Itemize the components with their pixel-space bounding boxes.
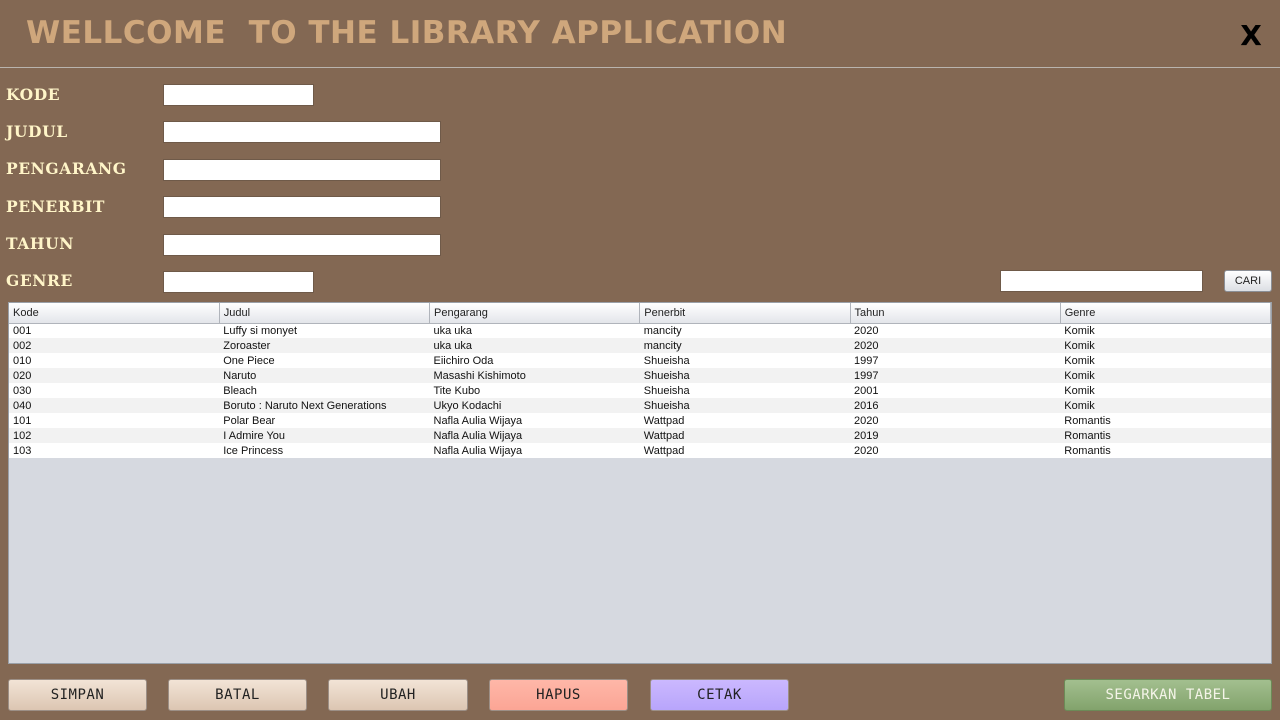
cell-kode: 101	[9, 413, 220, 428]
cell-judul: Ice Princess	[219, 443, 430, 458]
cell-judul: Boruto : Naruto Next Generations	[219, 398, 430, 413]
cetak-button[interactable]: CETAK	[650, 679, 789, 711]
table-row[interactable]: 103 Ice Princess Nafla Aulia Wijaya Watt…	[9, 443, 1271, 458]
cell-genre: Komik	[1060, 338, 1271, 353]
cell-tahun: 1997	[850, 353, 1061, 368]
column-header-kode[interactable]: Kode	[9, 303, 220, 324]
books-table[interactable]: Kode Judul Pengarang Penerbit Tahun Genr…	[8, 302, 1272, 664]
cell-kode: 002	[9, 338, 220, 353]
genre-label: GENRE	[6, 271, 73, 290]
column-header-tahun[interactable]: Tahun	[850, 303, 1061, 324]
search-input[interactable]	[1000, 270, 1203, 292]
cell-genre: Komik	[1060, 383, 1271, 398]
cell-genre: Komik	[1060, 398, 1271, 413]
judul-input[interactable]	[163, 121, 441, 143]
cell-genre: Komik	[1060, 368, 1271, 383]
table-row[interactable]: 040 Boruto : Naruto Next Generations Uky…	[9, 398, 1271, 413]
tahun-input[interactable]	[163, 234, 441, 256]
cell-pengarang: Masashi Kishimoto	[429, 368, 640, 383]
cell-tahun: 2020	[850, 443, 1061, 458]
batal-button[interactable]: BATAL	[168, 679, 307, 711]
cell-pengarang: Nafla Aulia Wijaya	[429, 428, 640, 443]
cell-penerbit: mancity	[639, 338, 850, 353]
cell-pengarang: Tite Kubo	[429, 383, 640, 398]
cell-genre: Romantis	[1060, 443, 1271, 458]
simpan-button[interactable]: SIMPAN	[8, 679, 147, 711]
cell-judul: Naruto	[219, 368, 430, 383]
table-row[interactable]: 101 Polar Bear Nafla Aulia Wijaya Wattpa…	[9, 413, 1271, 428]
table-row[interactable]: 102 I Admire You Nafla Aulia Wijaya Watt…	[9, 428, 1271, 443]
cell-penerbit: Wattpad	[639, 443, 850, 458]
cell-judul: Luffy si monyet	[219, 323, 430, 338]
cell-kode: 020	[9, 368, 220, 383]
cell-kode: 102	[9, 428, 220, 443]
column-header-judul[interactable]: Judul	[219, 303, 431, 324]
cell-penerbit: Shueisha	[639, 368, 850, 383]
kode-label: KODE	[6, 85, 61, 104]
judul-label: JUDUL	[6, 122, 68, 141]
cell-penerbit: Shueisha	[639, 353, 850, 368]
cell-penerbit: Shueisha	[639, 383, 850, 398]
title-bar: WELLCOME TO THE LIBRARY APPLICATION X	[0, 0, 1280, 68]
table-header-row: Kode Judul Pengarang Penerbit Tahun Genr…	[9, 303, 1271, 324]
cell-tahun: 2020	[850, 323, 1061, 338]
cell-judul: Bleach	[219, 383, 430, 398]
cell-genre: Romantis	[1060, 413, 1271, 428]
penerbit-input[interactable]	[163, 196, 441, 218]
table-row[interactable]: 020 Naruto Masashi Kishimoto Shueisha 19…	[9, 368, 1271, 383]
cell-pengarang: Nafla Aulia Wijaya	[429, 443, 640, 458]
hapus-button[interactable]: HAPUS	[489, 679, 628, 711]
genre-input[interactable]	[163, 271, 314, 293]
cell-kode: 103	[9, 443, 220, 458]
cell-tahun: 2001	[850, 383, 1061, 398]
cell-genre: Komik	[1060, 323, 1271, 338]
app-title: WELLCOME TO THE LIBRARY APPLICATION	[26, 15, 788, 51]
cell-judul: Polar Bear	[219, 413, 430, 428]
pengarang-input[interactable]	[163, 159, 441, 181]
kode-input[interactable]	[163, 84, 314, 106]
cell-genre: Romantis	[1060, 428, 1271, 443]
cell-pengarang: uka uka	[429, 338, 640, 353]
cell-judul: One Piece	[219, 353, 430, 368]
cell-kode: 010	[9, 353, 220, 368]
cell-judul: Zoroaster	[219, 338, 430, 353]
cell-judul: I Admire You	[219, 428, 430, 443]
table-row[interactable]: 001 Luffy si monyet uka uka mancity 2020…	[9, 323, 1271, 338]
refresh-table-button[interactable]: SEGARKAN TABEL	[1064, 679, 1272, 711]
tahun-label: TAHUN	[6, 234, 75, 253]
cell-tahun: 1997	[850, 368, 1061, 383]
table-row[interactable]: 002 Zoroaster uka uka mancity 2020 Komik	[9, 338, 1271, 353]
cell-pengarang: Eiichiro Oda	[429, 353, 640, 368]
cell-penerbit: Wattpad	[639, 413, 850, 428]
pengarang-label: PENGARANG	[6, 159, 127, 178]
cell-penerbit: mancity	[639, 323, 850, 338]
cell-tahun: 2020	[850, 413, 1061, 428]
close-button[interactable]: X	[1236, 18, 1266, 54]
cell-tahun: 2016	[850, 398, 1061, 413]
table-row[interactable]: 030 Bleach Tite Kubo Shueisha 2001 Komik	[9, 383, 1271, 398]
cell-tahun: 2019	[850, 428, 1061, 443]
ubah-button[interactable]: UBAH	[328, 679, 468, 711]
cell-genre: Komik	[1060, 353, 1271, 368]
cell-penerbit: Shueisha	[639, 398, 850, 413]
column-header-pengarang[interactable]: Pengarang	[429, 303, 641, 324]
cell-kode: 001	[9, 323, 220, 338]
cell-pengarang: Nafla Aulia Wijaya	[429, 413, 640, 428]
cell-kode: 030	[9, 383, 220, 398]
column-header-genre[interactable]: Genre	[1060, 303, 1271, 324]
penerbit-label: PENERBIT	[6, 197, 106, 216]
cell-penerbit: Wattpad	[639, 428, 850, 443]
cell-tahun: 2020	[850, 338, 1061, 353]
table-row[interactable]: 010 One Piece Eiichiro Oda Shueisha 1997…	[9, 353, 1271, 368]
search-button[interactable]: CARI	[1224, 270, 1272, 292]
column-header-penerbit[interactable]: Penerbit	[639, 303, 851, 324]
cell-pengarang: uka uka	[429, 323, 640, 338]
cell-pengarang: Ukyo Kodachi	[429, 398, 640, 413]
cell-kode: 040	[9, 398, 220, 413]
